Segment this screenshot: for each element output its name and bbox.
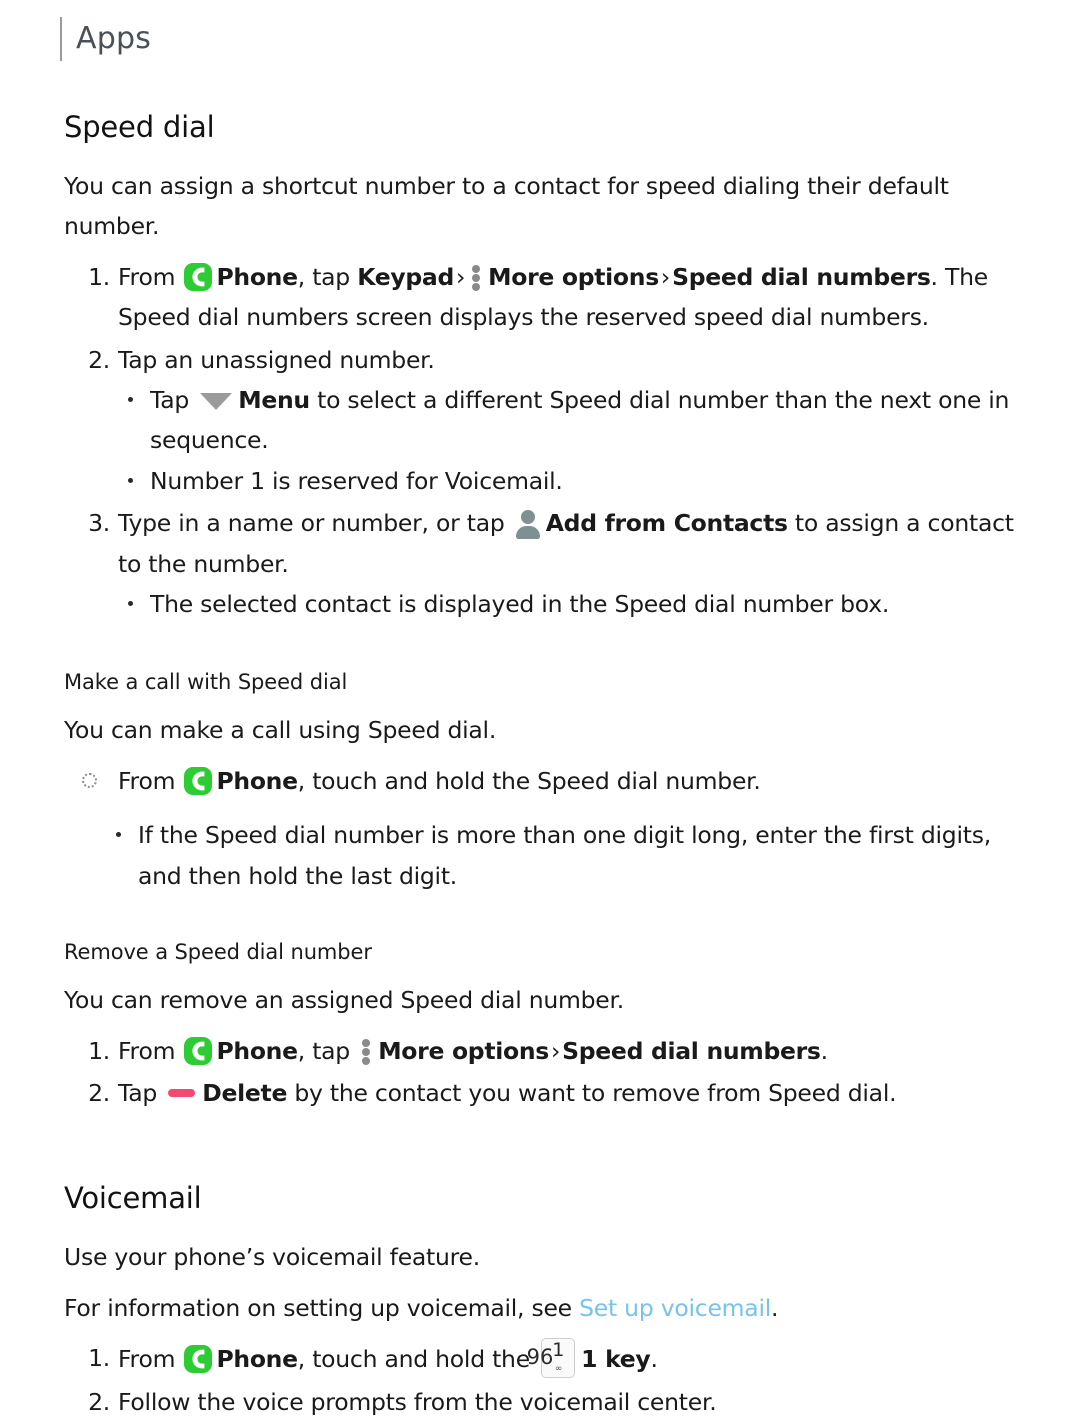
step-sub-bullets: Tap Menu to select a different Speed dia… (118, 380, 1020, 501)
page-number: 96 (526, 1345, 554, 1369)
step-text-part: From (118, 1036, 176, 1065)
page-title: Apps (76, 21, 152, 56)
bullet-dot (128, 600, 133, 606)
step-number: 1. (88, 262, 110, 291)
phone-icon (184, 1036, 213, 1065)
step-item: 2. Tap Delete by the contact you want to … (60, 1073, 1020, 1113)
step-text-part: Type in a name or number, or tap (118, 509, 505, 538)
step-text-part: Tap (118, 1078, 158, 1107)
bullet-dot (128, 477, 133, 483)
list-item: Number 1 is reserved for Voicemail. (118, 461, 1020, 501)
page-footer: 96 (0, 1345, 1080, 1369)
phone-app-label: Phone (216, 766, 298, 795)
bullet-text-part: Tap (150, 386, 190, 415)
keypad-label: Keypad (357, 262, 454, 291)
more-options-label: More options (488, 262, 659, 291)
bullet-dot (128, 396, 133, 402)
step-number: 2. (88, 1078, 110, 1107)
caret-down-icon (200, 393, 233, 411)
voicemail-intro: Use your phone’s voicemail feature. (64, 1243, 480, 1272)
manual-page: Apps Speed dial You can assign a shortcu… (0, 0, 1080, 1416)
voicemail-link-sentence: For information on setting up voicemail,… (64, 1288, 1020, 1328)
step-text-part: From (118, 262, 176, 291)
contact-person-icon (515, 509, 541, 540)
step-text-part: . (820, 1036, 828, 1065)
remove-speed-dial-steps: 1. From Phone, tap More options›Speed dia… (60, 1031, 1020, 1114)
step-sub-bullets: The selected contact is displayed in the… (118, 584, 1020, 624)
page-header: Apps (60, 0, 1020, 70)
step-item: 3. Type in a name or number, or tap Add f… (60, 503, 1020, 624)
minus-delete-icon (168, 1088, 196, 1097)
speed-dial-numbers-label: Speed dial numbers (562, 1036, 821, 1065)
make-a-call-action: From Phone, touch and hold the Speed dia… (60, 761, 1020, 801)
speed-dial-numbers-label: Speed dial numbers (672, 262, 931, 291)
bullet-text: If the Speed dial number is more than on… (138, 821, 991, 890)
phone-icon (184, 262, 213, 291)
delete-label: Delete (202, 1078, 288, 1107)
section-heading-voicemail: Voicemail (64, 1181, 202, 1216)
list-item: If the Speed dial number is more than on… (106, 815, 1020, 896)
list-item: Tap Menu to select a different Speed dia… (118, 380, 1020, 461)
chevron-separator: › (455, 262, 466, 291)
step-number: 1. (88, 1036, 110, 1065)
action-text-part: , touch and hold the Speed dial number. (297, 766, 761, 795)
bullet-dot (116, 832, 121, 838)
step-text-part: , tap (297, 1036, 350, 1065)
make-a-call-bullets: If the Speed dial number is more than on… (106, 815, 1020, 896)
speed-dial-intro: You can assign a shortcut number to a co… (64, 172, 949, 241)
kebab-menu-icon (362, 1037, 371, 1065)
bullet-text: Number 1 is reserved for Voicemail. (150, 466, 563, 495)
step-item: 2. Follow the voice prompts from the voic… (60, 1382, 1020, 1422)
sub-heading-remove-speed-dial: Remove a Speed dial number (64, 940, 372, 965)
chevron-separator: › (550, 1036, 561, 1065)
menu-label: Menu (238, 386, 310, 415)
step-text: Follow the voice prompts from the voicem… (118, 1387, 717, 1416)
link-sentence-prefix: For information on setting up voicemail,… (64, 1293, 580, 1322)
remove-speed-dial-intro: You can remove an assigned Speed dial nu… (64, 986, 624, 1015)
step-item: 1. From Phone, tap Keypad› More options›Sp… (60, 257, 1020, 338)
step-text: Tap an unassigned number. (118, 345, 435, 374)
add-from-contacts-label: Add from Contacts (545, 509, 788, 538)
phone-app-label: Phone (216, 262, 298, 291)
step-number: 2. (88, 1387, 110, 1416)
set-up-voicemail-link[interactable]: Set up voicemail (579, 1294, 771, 1322)
header-divider-rule (60, 17, 62, 61)
step-text-part: , tap (297, 262, 350, 291)
phone-app-label: Phone (216, 1036, 298, 1065)
more-options-label: More options (378, 1036, 549, 1065)
link-sentence-suffix: . (771, 1293, 779, 1322)
action-text-part: From (118, 766, 176, 795)
step-number: 2. (88, 345, 110, 374)
dotted-circle-bullet-icon (82, 773, 97, 789)
step-item: 1. From Phone, tap More options›Speed dia… (60, 1031, 1020, 1071)
kebab-menu-icon (472, 263, 481, 291)
list-item: The selected contact is displayed in the… (118, 584, 1020, 624)
step-item: 2. Tap an unassigned number. Tap Menu to … (60, 340, 1020, 502)
step-text-part: by the contact you want to remove from S… (294, 1078, 897, 1107)
chevron-separator: › (660, 262, 671, 291)
phone-icon (184, 766, 213, 795)
make-a-call-intro: You can make a call using Speed dial. (64, 716, 497, 745)
bullet-text: The selected contact is displayed in the… (150, 590, 890, 619)
speed-dial-steps: 1. From Phone, tap Keypad› More options›Sp… (60, 257, 1020, 625)
section-heading-speed-dial: Speed dial (64, 110, 215, 144)
sub-heading-make-a-call: Make a call with Speed dial (64, 670, 348, 695)
step-number: 3. (88, 509, 110, 538)
